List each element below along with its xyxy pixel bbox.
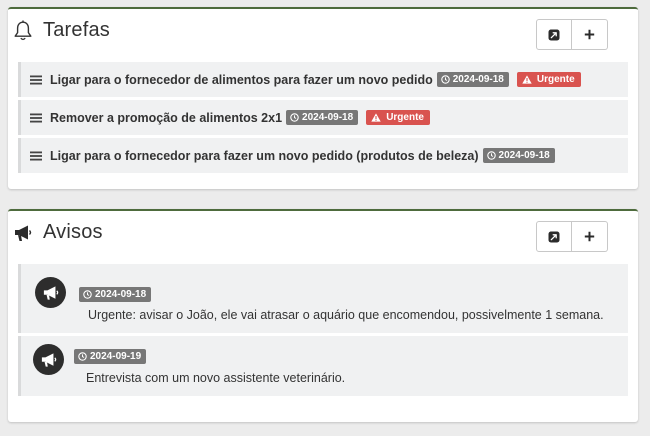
drag-handle-icon[interactable]	[30, 75, 42, 85]
tasks-button-group	[536, 19, 608, 50]
tasks-panel-header: Tarefas	[8, 9, 638, 55]
notice-item: 2024-09-19 Entrevista com um novo assist…	[18, 336, 628, 396]
task-item[interactable]: Ligar para o fornecedor para fazer um no…	[18, 138, 628, 173]
tasks-add-button[interactable]	[572, 19, 608, 50]
megaphone-icon	[43, 285, 58, 300]
notice-item: 2024-09-18 Urgente: avisar o João, ele v…	[18, 264, 628, 333]
urgent-text: Urgente	[386, 112, 424, 123]
notices-panel: Avisos 2024-09-18 Urgente: avisar o João…	[8, 209, 638, 422]
urgent-text: Urgente	[536, 74, 575, 85]
task-item[interactable]: Remover a promoção de alimentos 2x1 2024…	[18, 100, 628, 135]
date-text: 2024-09-18	[452, 74, 504, 85]
external-link-icon	[548, 231, 560, 242]
tasks-title: Tarefas	[43, 19, 110, 41]
notice-text: Entrevista com um novo assistente veteri…	[86, 371, 346, 385]
tasks-expand-button[interactable]	[536, 19, 572, 50]
task-text: Remover a promoção de alimentos 2x1	[50, 110, 283, 125]
notice-avatar	[33, 344, 64, 375]
date-text: 2024-09-18	[302, 112, 354, 123]
drag-handle-icon[interactable]	[30, 113, 42, 123]
notice-list: 2024-09-18 Urgente: avisar o João, ele v…	[18, 264, 628, 399]
notice-avatar	[35, 277, 66, 308]
date-badge: 2024-09-18	[286, 110, 359, 125]
date-badge: 2024-09-18	[79, 287, 152, 302]
clock-icon	[486, 151, 496, 160]
task-text: Ligar para o fornecedor para fazer um no…	[50, 148, 479, 163]
warning-icon	[522, 75, 532, 84]
date-badge: 2024-09-18	[436, 72, 509, 87]
external-link-icon	[548, 29, 560, 40]
date-text: 2024-09-18	[95, 289, 147, 300]
clock-icon	[290, 113, 299, 122]
urgent-badge: Urgente	[366, 110, 430, 125]
date-badge: 2024-09-18	[482, 148, 555, 163]
task-text: Ligar para o fornecedor de alimentos par…	[50, 72, 433, 87]
bell-icon	[14, 20, 32, 41]
date-badge: 2024-09-19	[74, 349, 147, 364]
notices-button-group	[536, 221, 608, 252]
plus-icon	[584, 29, 595, 40]
warning-icon	[371, 113, 381, 122]
notices-expand-button[interactable]	[536, 221, 572, 252]
notices-title: Avisos	[43, 221, 103, 243]
tasks-panel: Tarefas Ligar para o fornecedor de alime…	[8, 7, 638, 189]
urgent-badge: Urgente	[516, 72, 581, 87]
notices-add-button[interactable]	[572, 221, 608, 252]
task-list: Ligar para o fornecedor de alimentos par…	[18, 62, 628, 176]
drag-handle-icon[interactable]	[30, 151, 42, 161]
task-item[interactable]: Ligar para o fornecedor de alimentos par…	[18, 62, 628, 97]
date-text: 2024-09-18	[498, 150, 550, 161]
megaphone-icon	[15, 225, 32, 241]
notice-text: Urgente: avisar o João, ele vai atrasar …	[88, 308, 604, 322]
clock-icon	[440, 75, 450, 84]
plus-icon	[584, 231, 595, 242]
date-text: 2024-09-19	[90, 351, 142, 362]
clock-icon	[78, 352, 87, 361]
clock-icon	[83, 290, 92, 299]
megaphone-icon	[41, 352, 56, 367]
notices-panel-header: Avisos	[8, 211, 638, 257]
